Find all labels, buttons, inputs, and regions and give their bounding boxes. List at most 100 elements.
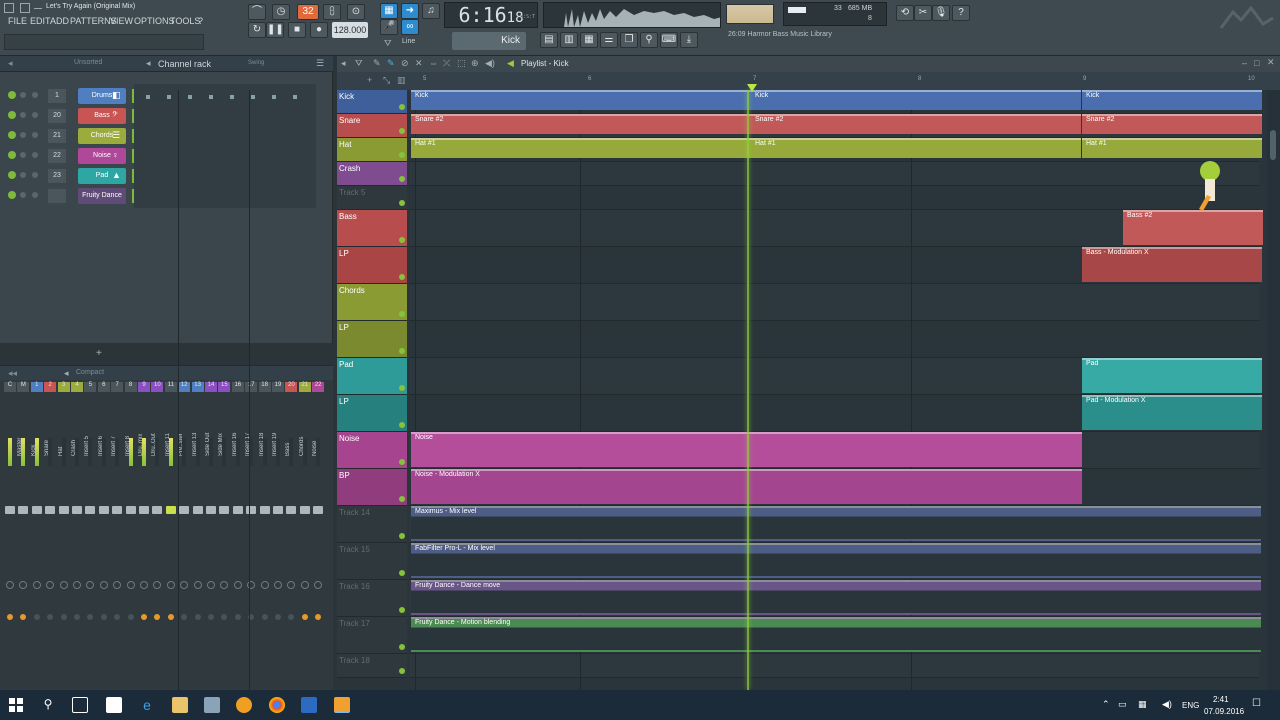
loop-icon[interactable]: ↻ — [248, 22, 266, 38]
download-icon[interactable]: ⤓ — [680, 32, 698, 48]
route-button[interactable] — [114, 614, 121, 620]
pan-knob[interactable] — [19, 581, 28, 589]
track-mute-led[interactable] — [399, 422, 405, 428]
volume-fader[interactable] — [45, 506, 56, 514]
mixer-track-number[interactable]: 10 — [151, 382, 164, 392]
link-icon[interactable]: ∞ — [401, 19, 419, 35]
mixer-track-number[interactable]: 1 — [30, 382, 43, 392]
mixer-track-number[interactable]: 20 — [285, 382, 298, 392]
tray-up-icon[interactable]: ⌃ — [1102, 699, 1110, 710]
pan-knob[interactable] — [113, 581, 122, 589]
route-button[interactable] — [87, 614, 94, 620]
track-header[interactable]: Noise — [337, 432, 407, 469]
track-mute-led[interactable] — [399, 496, 405, 502]
media-icon[interactable] — [236, 697, 252, 713]
track-lane[interactable] — [409, 162, 1259, 186]
volume-knob[interactable] — [32, 192, 38, 198]
menu-file[interactable]: FILE — [8, 16, 27, 26]
mixer-track-number[interactable]: 3 — [57, 382, 70, 392]
mixer-track-number[interactable]: 15 — [218, 382, 231, 392]
mixer-track-number[interactable]: 5 — [84, 382, 97, 392]
playlist-clip[interactable]: Hat #1 — [1082, 138, 1262, 158]
bell-icon[interactable]: ♫ — [422, 3, 440, 19]
track-header[interactable]: Snare — [337, 114, 407, 138]
paint-icon[interactable]: ✎ — [387, 58, 395, 69]
pan-knob[interactable] — [73, 581, 81, 589]
mixer-track-number[interactable]: 2 — [44, 382, 57, 392]
volume-fader[interactable] — [72, 506, 82, 514]
pan-knob[interactable] — [260, 581, 269, 589]
playlist-clip[interactable]: Kick — [1082, 90, 1262, 110]
volume-knob[interactable] — [32, 112, 38, 118]
volume-fader[interactable] — [246, 506, 257, 514]
pan-knob[interactable] — [6, 581, 14, 589]
mute-led[interactable] — [8, 171, 16, 179]
mixer-track-number[interactable]: 16 — [231, 382, 244, 392]
mixer-track-number[interactable]: 17 — [245, 382, 258, 392]
pan-knob[interactable] — [20, 192, 26, 198]
mixer-track-number[interactable]: 20 — [48, 109, 66, 123]
menu-view[interactable]: VIEW — [110, 16, 133, 26]
mixer-track-number[interactable]: 21 — [48, 129, 66, 143]
playlist-clip[interactable]: Snare #2 — [411, 114, 751, 134]
playlist-clip[interactable]: Kick — [751, 90, 1081, 110]
mute-led[interactable] — [8, 131, 16, 139]
tool-menu-icon[interactable]: ◂ — [341, 58, 346, 69]
volume-fader[interactable] — [232, 506, 243, 514]
track-lane[interactable] — [409, 284, 1259, 321]
pan-knob[interactable] — [140, 581, 148, 589]
playlist-clip[interactable]: Fruity Dance - Motion blending — [411, 617, 1261, 652]
mic2-icon[interactable]: 🎙 — [932, 5, 950, 21]
volume-fader[interactable] — [18, 506, 29, 514]
mixer-track-number[interactable]: 6 — [97, 382, 110, 392]
playlist-clip[interactable]: Bass #2 — [1123, 210, 1263, 245]
route-button[interactable] — [141, 614, 147, 620]
close-icon[interactable]: ✕ — [1267, 57, 1275, 68]
app-icon[interactable] — [204, 697, 220, 713]
undo-icon[interactable]: ⟲ — [896, 5, 914, 21]
playlist-clip[interactable]: Hat #1 — [411, 138, 751, 158]
pin-icon[interactable]: ◂ — [8, 58, 13, 69]
tempo-display[interactable]: 128.000 — [332, 22, 368, 38]
mixer-track-number[interactable]: 19 — [272, 382, 284, 392]
delete-icon[interactable]: ⊘ — [401, 58, 409, 69]
pan-knob[interactable] — [86, 581, 95, 589]
mixer-track-number[interactable]: 23 — [48, 169, 66, 183]
mixer-track-number[interactable]: M — [17, 382, 30, 392]
pan-knob[interactable] — [180, 581, 189, 589]
piano-roll-icon[interactable]: ▥ — [560, 32, 578, 48]
volume-fader[interactable] — [192, 506, 203, 514]
mixer-track-number[interactable]: 14 — [205, 382, 217, 392]
arrow-right-icon[interactable]: ➜ — [401, 3, 419, 19]
snap-select[interactable]: ⛛ Line — [384, 38, 440, 50]
playlist-clip[interactable]: Snare #2 — [751, 114, 1081, 134]
route-button[interactable] — [221, 614, 228, 620]
track-header[interactable]: Hat — [337, 138, 407, 162]
steam-icon[interactable] — [301, 697, 317, 713]
mixer-track-number[interactable]: 7 — [111, 382, 124, 392]
volume-knob[interactable] — [32, 172, 38, 178]
touch-keyboard-icon[interactable]: ⌨ — [660, 32, 678, 48]
volume-fader[interactable] — [125, 506, 136, 514]
menu-icon[interactable] — [4, 3, 14, 13]
menu-help[interactable]: ? — [198, 16, 203, 26]
piano-icon[interactable]: ▥ — [397, 75, 406, 86]
route-button[interactable] — [301, 614, 308, 620]
mixer-menu-icon[interactable]: ◂◂ — [8, 368, 17, 379]
track-mute-led[interactable] — [399, 200, 405, 206]
pan-knob[interactable] — [20, 132, 26, 138]
pan-knob[interactable] — [300, 581, 309, 589]
metronome-icon[interactable]: ⌒ — [248, 4, 266, 20]
plus-icon[interactable]: + — [367, 75, 372, 85]
track-header[interactable]: Pad — [337, 358, 407, 395]
route-button[interactable] — [47, 614, 54, 620]
pan-knob[interactable] — [20, 112, 26, 118]
track-mute-led[interactable] — [399, 459, 405, 465]
mixer-track-number[interactable] — [48, 189, 66, 203]
route-button[interactable] — [100, 614, 107, 620]
mixer-track-number[interactable]: 12 — [178, 382, 191, 392]
playlist-clip[interactable]: FabFilter Pro-L - Mix level — [411, 543, 1261, 578]
route-button[interactable] — [60, 614, 67, 620]
countdown-icon[interactable]: ⊙ — [347, 4, 365, 20]
store-icon[interactable] — [106, 697, 122, 713]
